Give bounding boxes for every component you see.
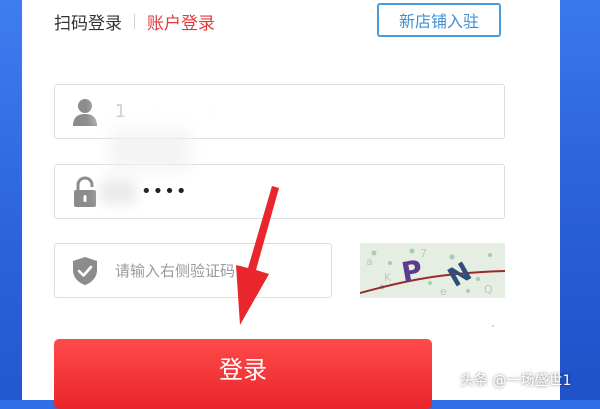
shield-check-icon xyxy=(55,244,115,297)
login-button[interactable]: 登录 xyxy=(54,339,432,409)
login-tabs: 扫码登录 账户登录 xyxy=(54,8,215,34)
password-value: •••• xyxy=(141,181,188,202)
tab-account-login[interactable]: 账户登录 xyxy=(147,9,215,34)
password-redaction xyxy=(100,180,136,204)
background-right xyxy=(560,0,600,400)
tab-divider xyxy=(134,13,135,29)
captcha-placeholder: 请输入右侧验证码 xyxy=(115,262,236,280)
decorative-dot xyxy=(492,325,494,327)
svg-text:a: a xyxy=(366,255,373,268)
username-redaction xyxy=(90,96,220,126)
username-redaction-2 xyxy=(110,130,190,170)
svg-text:e: e xyxy=(440,285,447,298)
svg-text:K: K xyxy=(384,271,392,284)
svg-text:Q: Q xyxy=(484,283,493,296)
watermark: 头条 @一场盛世1 xyxy=(460,373,572,389)
svg-text:7: 7 xyxy=(420,247,427,260)
captcha-image[interactable]: aK7 rQe P N xyxy=(360,243,505,298)
background-left xyxy=(0,0,22,400)
tab-qr-login[interactable]: 扫码登录 xyxy=(54,9,122,34)
new-store-join-button[interactable]: 新店铺入驻 xyxy=(377,3,501,37)
captcha-input-field[interactable]: 请输入右侧验证码 xyxy=(54,243,332,298)
